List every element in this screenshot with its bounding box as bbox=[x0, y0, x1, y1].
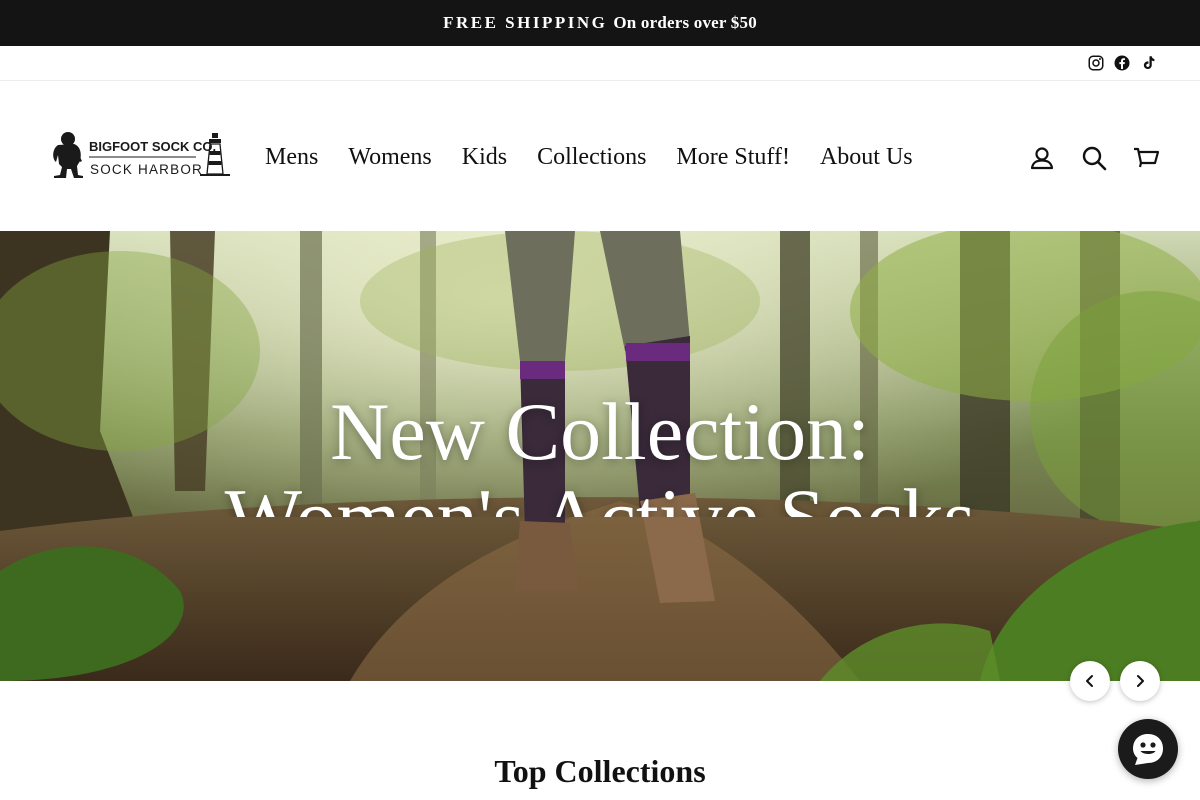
social-links bbox=[1087, 54, 1157, 72]
logo-line1: BIGFOOT SOCK CO. bbox=[89, 139, 216, 154]
slider-prev-button[interactable] bbox=[1070, 661, 1110, 701]
search-icon[interactable] bbox=[1080, 144, 1108, 172]
chat-smiley-icon bbox=[1133, 734, 1163, 765]
top-collections-heading: Top Collections bbox=[494, 753, 706, 789]
header-actions bbox=[1028, 144, 1160, 172]
hero-title-line1: New Collection: bbox=[330, 389, 870, 477]
announcement-text: On orders over $50 bbox=[613, 13, 757, 32]
nav-mens[interactable]: Mens bbox=[250, 139, 333, 175]
nav-more-stuff[interactable]: More Stuff! bbox=[661, 139, 805, 175]
chevron-right-icon bbox=[1137, 675, 1144, 687]
site-header: BIGFOOT SOCK CO. SOCK HARBOR Mens Womens… bbox=[0, 81, 1200, 231]
bigfoot-logo-icon bbox=[53, 132, 83, 178]
hero-title: New Collection: Women's Active Socks bbox=[0, 389, 1200, 517]
logo[interactable]: BIGFOOT SOCK CO. SOCK HARBOR bbox=[50, 131, 232, 181]
hero-slideshow[interactable]: New Collection: Women's Active Socks bbox=[0, 231, 1200, 681]
cart-icon[interactable] bbox=[1132, 144, 1160, 172]
nav-about-us[interactable]: About Us bbox=[805, 139, 928, 175]
nav-kids[interactable]: Kids bbox=[447, 139, 522, 175]
announcement-bold: FREE SHIPPING bbox=[443, 13, 608, 32]
nav-womens[interactable]: Womens bbox=[333, 139, 446, 175]
slider-next-button[interactable] bbox=[1120, 661, 1160, 701]
nav-collections[interactable]: Collections bbox=[522, 139, 661, 175]
announcement-bar: FREE SHIPPING On orders over $50 bbox=[0, 0, 1200, 46]
user-icon[interactable] bbox=[1028, 144, 1056, 172]
main-nav: Mens Womens Kids Collections More Stuff!… bbox=[250, 139, 928, 175]
chevron-left-icon bbox=[1086, 675, 1093, 687]
chat-button[interactable] bbox=[1118, 719, 1178, 779]
facebook-icon[interactable] bbox=[1113, 54, 1131, 72]
instagram-icon[interactable] bbox=[1087, 54, 1105, 72]
utility-bar bbox=[0, 46, 1200, 81]
logo-line2: SOCK HARBOR bbox=[90, 162, 203, 177]
tiktok-icon[interactable] bbox=[1139, 54, 1157, 72]
hero-title-line2: Women's Active Socks bbox=[0, 475, 1200, 518]
